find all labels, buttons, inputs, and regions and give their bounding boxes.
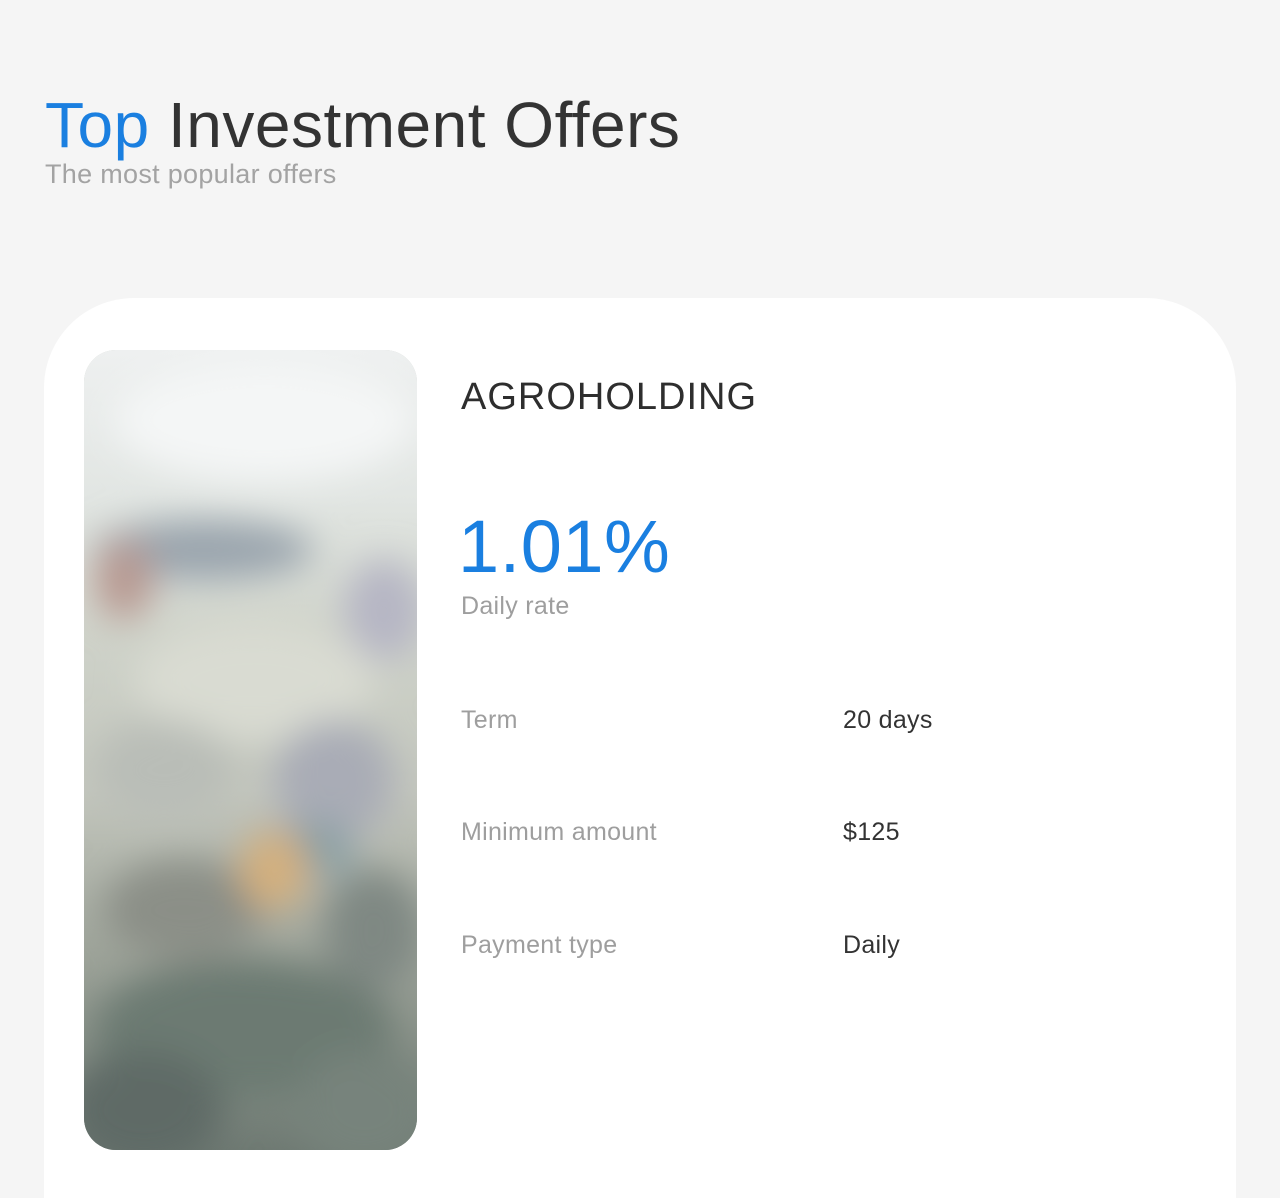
offer-daily-rate-label: Daily rate	[461, 592, 570, 620]
detail-row-payment-type: Payment type Daily	[461, 925, 1161, 965]
page-header: Top Investment Offers The most popular o…	[45, 88, 680, 190]
offer-card[interactable]: AGROHOLDING 1.01% Daily rate Term 20 day…	[44, 298, 1236, 1198]
page-title-accent: Top	[45, 89, 150, 161]
page-subtitle: The most popular offers	[45, 159, 337, 189]
offer-daily-rate-value: 1.01%	[458, 505, 671, 588]
detail-value: $125	[843, 818, 900, 846]
detail-row-minimum-amount: Minimum amount $125	[461, 812, 1161, 852]
offer-name: AGROHOLDING	[461, 376, 758, 418]
page-title-rest: Investment Offers	[167, 89, 681, 161]
offer-image	[84, 350, 417, 1150]
detail-value: Daily	[843, 931, 901, 959]
detail-label: Minimum amount	[461, 818, 657, 846]
detail-value: 20 days	[843, 706, 933, 734]
page-title: Top Investment Offers	[45, 88, 680, 162]
detail-label: Term	[461, 706, 518, 734]
offer-image-blurred-photo	[84, 350, 417, 1150]
detail-row-term: Term 20 days	[461, 700, 1161, 740]
detail-label: Payment type	[461, 931, 618, 959]
